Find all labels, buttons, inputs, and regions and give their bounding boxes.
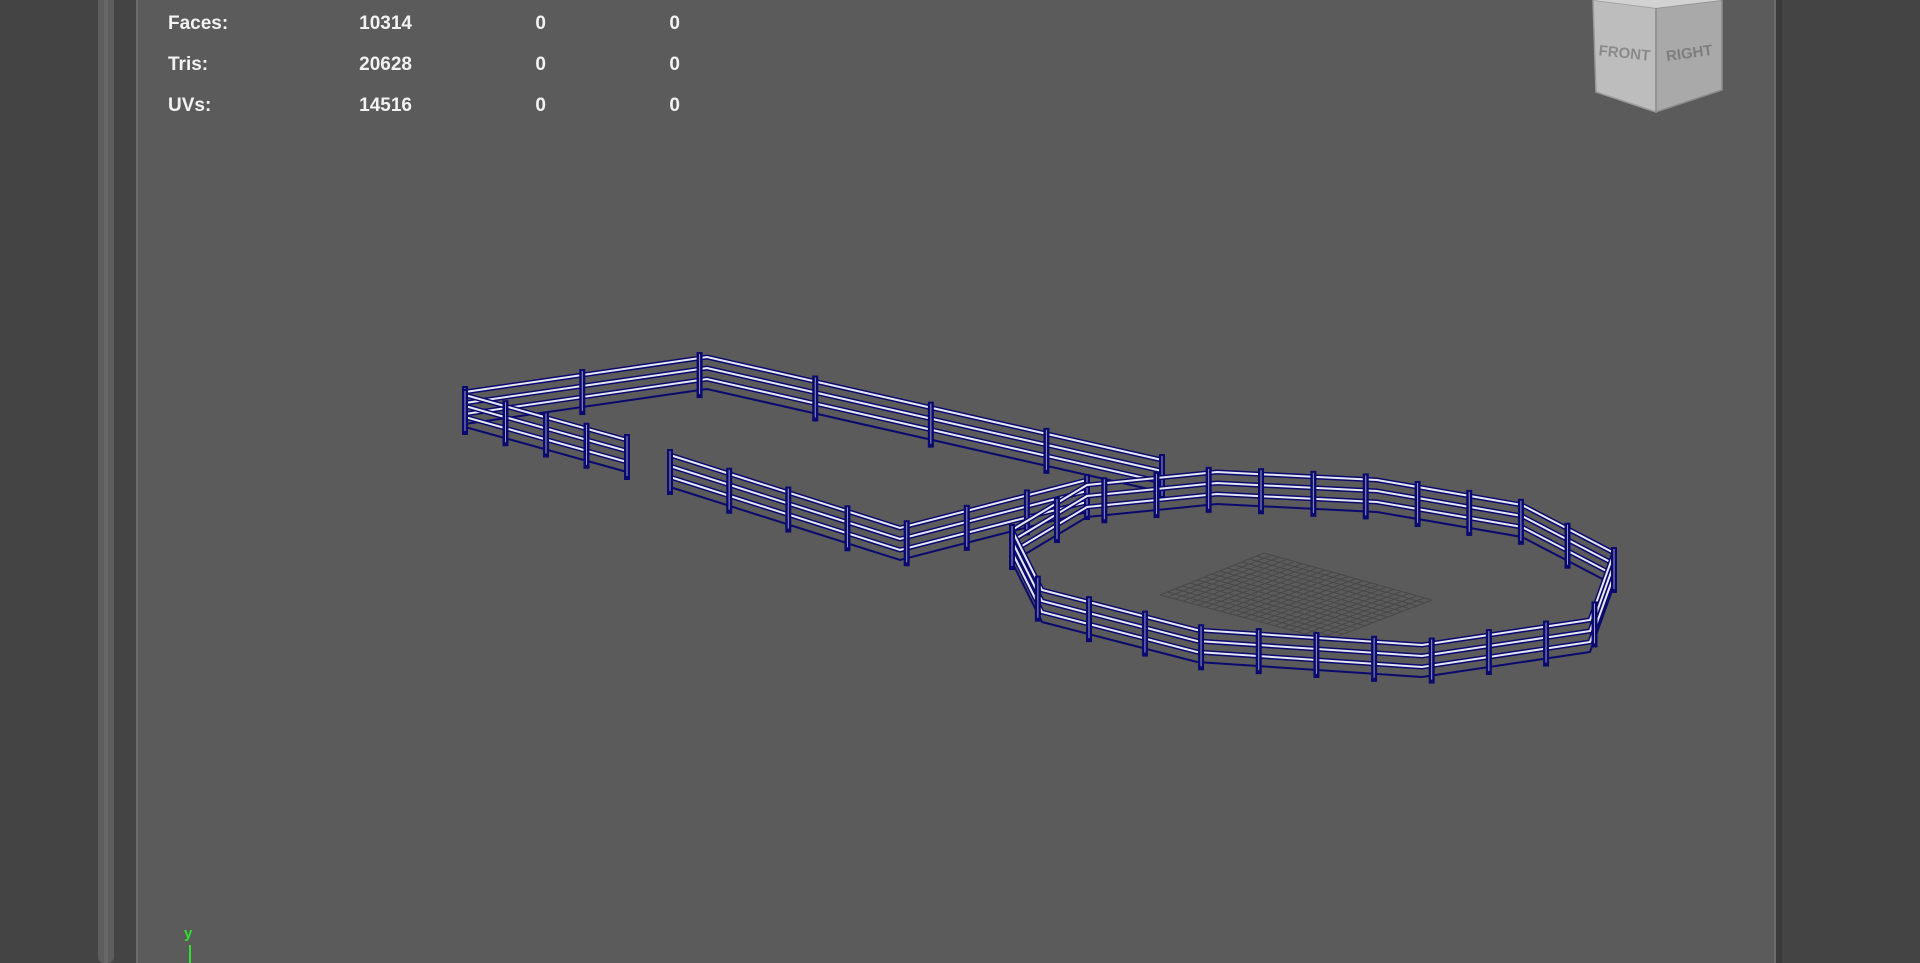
- right-panel-border: [1776, 0, 1782, 963]
- hud-value: 0: [669, 13, 680, 34]
- hud-value: 0: [535, 54, 546, 75]
- axis-indicator-y-label: y: [184, 925, 193, 942]
- hud-value: 0: [669, 54, 680, 75]
- hud-value: 0: [669, 95, 680, 116]
- hud-label: UVs:: [168, 95, 212, 116]
- view-cube[interactable]: FRONT RIGHT: [1590, 0, 1725, 115]
- fence-wireframe-model[interactable]: [138, 0, 1778, 963]
- hud-label: Faces:: [168, 13, 229, 34]
- hud-value: 10314: [359, 13, 412, 34]
- axis-indicator-y-line: [189, 945, 191, 963]
- 3d-viewport[interactable]: [136, 0, 1776, 963]
- hud-value: 0: [535, 13, 546, 34]
- fence-segment-front-left[interactable]: [667, 449, 1090, 567]
- fence-segment-corral-front[interactable]: [1009, 524, 1617, 684]
- right-panel: [1776, 0, 1920, 963]
- fence-segment-corral-back[interactable]: [1009, 466, 1617, 593]
- hud-value: 14516: [359, 95, 412, 116]
- left-panel-scroll-track: [104, 0, 108, 963]
- hud-label: Tris:: [168, 54, 209, 75]
- hud-value: 20628: [359, 54, 412, 75]
- hud-value: 0: [535, 95, 546, 116]
